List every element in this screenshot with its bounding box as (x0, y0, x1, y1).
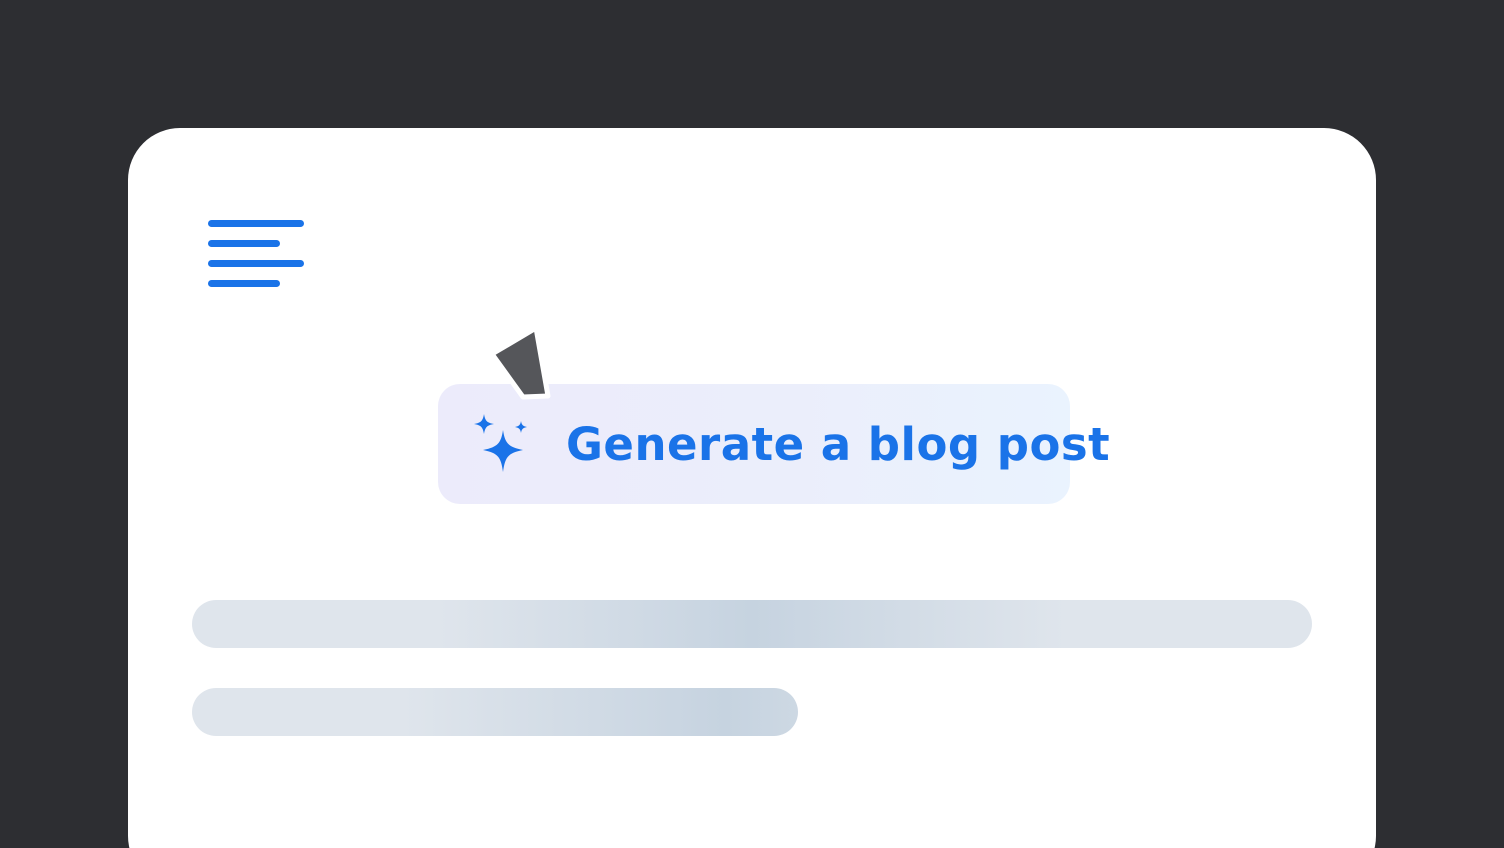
skeleton-text-line (192, 688, 798, 736)
skeleton-text-line (192, 600, 1312, 648)
editor-card: Generate a blog post (128, 128, 1376, 848)
pointer-cursor-icon (490, 326, 551, 400)
app-stage: Generate a blog post (0, 0, 1504, 848)
sparkle-icon (474, 414, 527, 472)
menu-bar (208, 280, 280, 287)
menu-bar (208, 240, 280, 247)
hamburger-menu-icon[interactable] (208, 220, 304, 288)
menu-bar (208, 220, 304, 227)
menu-bar (208, 260, 304, 267)
generate-button-label: Generate a blog post (566, 417, 1111, 471)
